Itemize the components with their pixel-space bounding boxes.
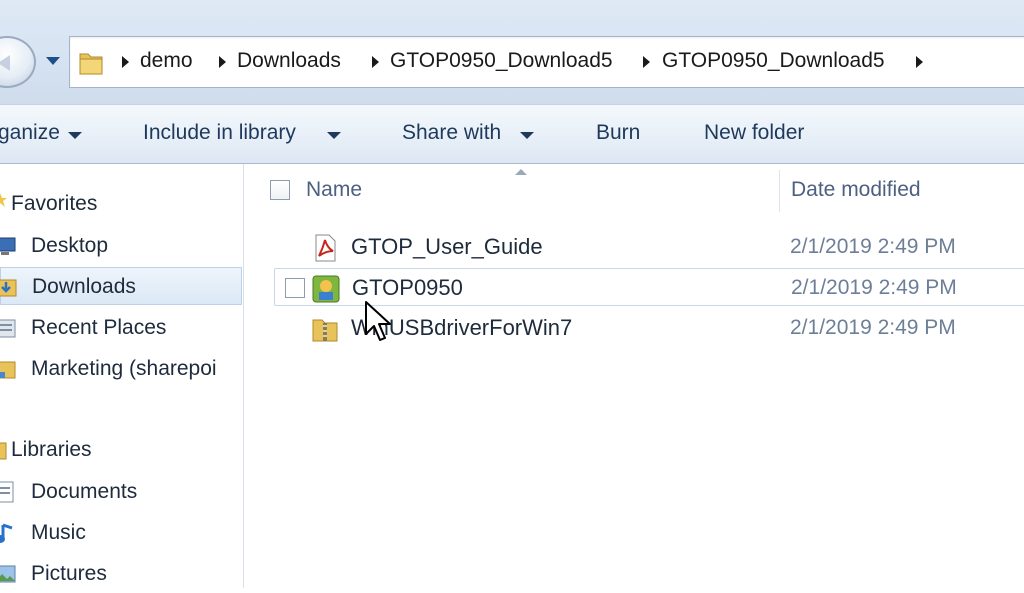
include-dropdown-icon[interactable] bbox=[327, 132, 341, 139]
nav-label-recent-places: Recent Places bbox=[31, 316, 167, 339]
nav-item-desktop[interactable]: Desktop bbox=[0, 227, 242, 265]
file-name[interactable]: GTOP0950 bbox=[352, 275, 463, 301]
folder-icon bbox=[79, 53, 103, 75]
breadcrumb-downloads[interactable]: Downloads bbox=[237, 49, 341, 73]
back-arrow-icon bbox=[0, 55, 10, 71]
select-all-checkbox[interactable] bbox=[270, 180, 290, 200]
desktop-icon bbox=[0, 237, 16, 255]
nav-item-marketing-sharepoint[interactable]: Marketing (sharepoi bbox=[0, 350, 242, 388]
nav-item-documents[interactable]: Documents bbox=[0, 473, 242, 511]
burn-button[interactable]: Burn bbox=[596, 121, 640, 145]
share-dropdown-icon[interactable] bbox=[520, 132, 534, 139]
nav-item-music[interactable]: Music bbox=[0, 514, 242, 552]
downloads-icon bbox=[0, 279, 17, 297]
recent-pages-dropdown-icon[interactable] bbox=[46, 57, 60, 65]
breadcrumb-arrow-icon[interactable] bbox=[122, 56, 129, 68]
nav-label-desktop: Desktop bbox=[31, 234, 109, 257]
file-date-modified: 2/1/2019 2:49 PM bbox=[790, 316, 956, 339]
file-name[interactable]: GTOP_User_Guide bbox=[351, 234, 543, 260]
column-header-name[interactable]: Name bbox=[306, 178, 362, 202]
favorites-star-icon bbox=[0, 193, 7, 207]
mouse-pointer-icon bbox=[365, 301, 391, 341]
music-icon bbox=[0, 523, 13, 543]
recent-places-icon bbox=[0, 319, 16, 338]
nav-item-pictures[interactable]: Pictures bbox=[0, 555, 242, 593]
breadcrumb-gtop-download5[interactable]: GTOP0950_Download5 bbox=[390, 49, 613, 73]
column-divider[interactable] bbox=[779, 170, 780, 212]
nav-label-documents: Documents bbox=[31, 480, 138, 503]
sort-ascending-icon bbox=[515, 169, 527, 175]
address-bar[interactable]: demo Downloads GTOP0950_Download5 GTOP09… bbox=[69, 36, 1024, 88]
back-button[interactable] bbox=[0, 36, 36, 88]
zip-folder-icon bbox=[312, 319, 338, 342]
sharepoint-folder-icon bbox=[0, 361, 16, 379]
breadcrumb-arrow-icon[interactable] bbox=[916, 56, 923, 68]
breadcrumb-demo[interactable]: demo bbox=[140, 49, 193, 73]
include-in-library-button[interactable]: Include in library bbox=[143, 121, 296, 145]
navigation-pane: Favorites Desktop Downloads Recent Place… bbox=[0, 164, 244, 588]
libraries-icon bbox=[0, 442, 7, 460]
address-bar-area: demo Downloads GTOP0950_Download5 GTOP09… bbox=[0, 0, 1024, 104]
command-bar: ganize Include in library Share with Bur… bbox=[0, 104, 1024, 164]
file-date-modified: 2/1/2019 2:49 PM bbox=[790, 235, 956, 258]
breadcrumb-arrow-icon[interactable] bbox=[372, 56, 379, 68]
nav-label-downloads: Downloads bbox=[32, 275, 136, 298]
row-checkbox[interactable] bbox=[285, 278, 305, 298]
nav-label-pictures: Pictures bbox=[31, 562, 107, 585]
pdf-icon bbox=[315, 234, 336, 262]
column-header-date-modified[interactable]: Date modified bbox=[791, 178, 921, 202]
application-icon bbox=[312, 275, 340, 303]
organize-button[interactable]: ganize bbox=[0, 121, 60, 145]
nav-label-marketing: Marketing (sharepoi bbox=[31, 357, 217, 380]
file-date-modified: 2/1/2019 2:49 PM bbox=[791, 276, 957, 299]
file-list: Name Date modified GTOP_User_Guide 2/1/2… bbox=[244, 164, 1024, 588]
documents-icon bbox=[0, 481, 14, 503]
organize-dropdown-icon[interactable] bbox=[68, 132, 82, 139]
breadcrumb-gtop-download5-sub[interactable]: GTOP0950_Download5 bbox=[662, 49, 885, 73]
pictures-icon bbox=[0, 565, 16, 583]
file-row[interactable]: GTOP_User_Guide 2/1/2019 2:49 PM bbox=[274, 228, 1024, 266]
breadcrumb-arrow-icon[interactable] bbox=[219, 56, 226, 68]
favorites-header[interactable]: Favorites bbox=[11, 192, 97, 216]
nav-label-music: Music bbox=[31, 521, 86, 544]
libraries-header[interactable]: Libraries bbox=[11, 438, 92, 462]
breadcrumb-arrow-icon[interactable] bbox=[643, 56, 650, 68]
share-with-button[interactable]: Share with bbox=[402, 121, 501, 145]
new-folder-button[interactable]: New folder bbox=[704, 121, 804, 145]
nav-item-downloads[interactable]: Downloads bbox=[0, 267, 242, 305]
nav-item-recent-places[interactable]: Recent Places bbox=[0, 309, 242, 347]
